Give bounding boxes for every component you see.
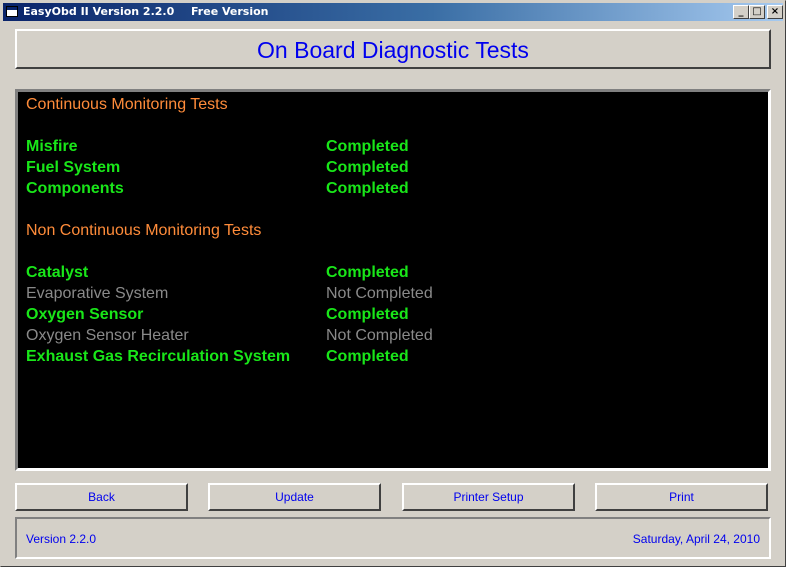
test-name: Fuel System (26, 159, 121, 176)
test-name: Catalyst (26, 264, 89, 281)
title-bar[interactable]: EasyObd II Version 2.2.0 Free Version _ … (3, 3, 783, 21)
test-status: Completed (326, 264, 409, 281)
test-name: Evaporative System (26, 285, 169, 302)
minimize-button[interactable]: _ (733, 5, 749, 19)
test-name: Oxygen Sensor Heater (26, 327, 189, 344)
back-button[interactable]: Back (15, 483, 188, 511)
test-status: Not Completed (326, 285, 433, 302)
test-name: Oxygen Sensor (26, 306, 144, 323)
page-title: On Board Diagnostic Tests (257, 37, 529, 63)
test-status: Completed (326, 159, 409, 176)
edition-label: Free Version (191, 5, 269, 18)
app-icon (6, 6, 18, 17)
test-name: Exhaust Gas Recirculation System (26, 348, 291, 365)
window-title: EasyObd II Version 2.2.0 (23, 5, 175, 18)
update-button[interactable]: Update (208, 483, 381, 511)
test-status: Completed (326, 348, 409, 365)
test-status: Completed (326, 138, 409, 155)
maximize-button[interactable]: □ (749, 5, 765, 19)
app-window: EasyObd II Version 2.2.0 Free Version _ … (0, 0, 786, 567)
test-name: Components (26, 180, 124, 197)
header-panel: On Board Diagnostic Tests (15, 29, 771, 69)
printer-setup-button[interactable]: Printer Setup (402, 483, 575, 511)
test-results-display: Continuous Monitoring Tests Misfire Comp… (15, 89, 771, 471)
date-label: Saturday, April 24, 2010 (632, 532, 760, 546)
status-bar: Version 2.2.0 Saturday, April 24, 2010 (15, 517, 771, 559)
test-status: Completed (326, 306, 409, 323)
test-status: Not Completed (326, 327, 433, 344)
test-status: Completed (326, 180, 409, 197)
version-label: Version 2.2.0 (26, 532, 97, 546)
test-name: Misfire (26, 138, 78, 155)
close-button[interactable]: × (767, 5, 783, 19)
print-button[interactable]: Print (595, 483, 768, 511)
